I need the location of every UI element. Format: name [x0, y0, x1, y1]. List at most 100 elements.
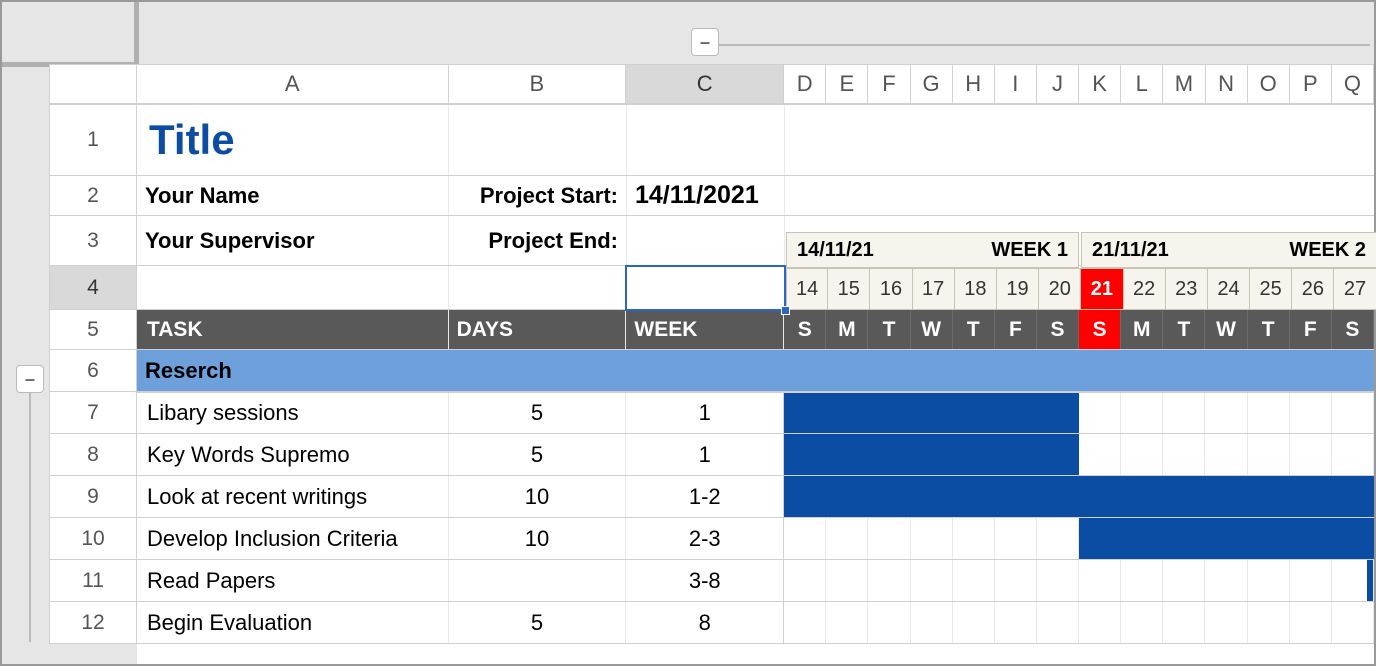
- row-header-7[interactable]: 7: [49, 392, 137, 434]
- gantt-cell[interactable]: [1121, 602, 1163, 643]
- task-week[interactable]: 1: [626, 434, 784, 475]
- cell-A4[interactable]: [137, 266, 449, 309]
- gantt-cell[interactable]: [1163, 434, 1205, 475]
- gantt-cell[interactable]: [995, 434, 1037, 475]
- gantt-cell[interactable]: [953, 560, 995, 601]
- gantt-cell[interactable]: [1248, 602, 1290, 643]
- project-start-label[interactable]: Project Start:: [449, 176, 627, 215]
- gantt-cell[interactable]: [1121, 518, 1163, 559]
- title-cell[interactable]: Title: [137, 105, 449, 175]
- col-header-L[interactable]: L: [1121, 64, 1163, 104]
- gantt-cell[interactable]: [868, 602, 910, 643]
- task-name[interactable]: Key Words Supremo: [137, 434, 449, 475]
- category-label[interactable]: Reserch: [137, 350, 449, 391]
- cells-D1-Q1[interactable]: [785, 105, 1374, 175]
- gantt-cell[interactable]: [1205, 602, 1247, 643]
- task-name[interactable]: Develop Inclusion Criteria: [137, 518, 449, 559]
- gantt-cell[interactable]: [1163, 560, 1205, 601]
- gantt-cell[interactable]: [826, 602, 868, 643]
- gantt-cell[interactable]: [1332, 434, 1374, 475]
- gantt-cell[interactable]: [868, 393, 910, 433]
- project-end-value[interactable]: [627, 216, 785, 265]
- gantt-cell[interactable]: [784, 560, 826, 601]
- gantt-cell[interactable]: [1332, 560, 1374, 601]
- row-header-1[interactable]: 1: [49, 104, 137, 176]
- task-name[interactable]: Libary sessions: [137, 393, 449, 433]
- col-header-P[interactable]: P: [1290, 64, 1332, 104]
- gantt-cell[interactable]: [1205, 393, 1247, 433]
- gantt-cell[interactable]: [995, 518, 1037, 559]
- gantt-cell[interactable]: [826, 560, 868, 601]
- task-days[interactable]: 5: [449, 602, 627, 643]
- gantt-cell[interactable]: [784, 602, 826, 643]
- gantt-cell[interactable]: [826, 434, 868, 475]
- col-header-G[interactable]: G: [911, 64, 953, 104]
- task-week[interactable]: 1: [626, 393, 784, 433]
- task-days[interactable]: 10: [449, 518, 627, 559]
- cell-C1[interactable]: [627, 105, 785, 175]
- gantt-cell[interactable]: [953, 518, 995, 559]
- selection-fill-handle[interactable]: [781, 306, 790, 315]
- row-header-3[interactable]: 3: [49, 216, 137, 266]
- project-start-value[interactable]: 14/11/2021: [627, 176, 785, 215]
- gantt-cell[interactable]: [1079, 476, 1121, 517]
- supervisor-label[interactable]: Your Supervisor: [137, 216, 449, 265]
- outline-collapse-columns-button[interactable]: –: [691, 28, 719, 56]
- row-header-8[interactable]: 8: [49, 434, 137, 476]
- cells-D2-Q2[interactable]: [785, 176, 1374, 215]
- task-days[interactable]: 5: [449, 434, 627, 475]
- gantt-cell[interactable]: [1290, 434, 1332, 475]
- gantt-cell[interactable]: [995, 393, 1037, 433]
- gantt-cell[interactable]: [868, 476, 910, 517]
- row-header-11[interactable]: 11: [49, 560, 137, 602]
- gantt-cell[interactable]: [826, 518, 868, 559]
- gantt-cell[interactable]: [1290, 602, 1332, 643]
- gantt-cell[interactable]: [1037, 393, 1079, 433]
- gantt-cell[interactable]: [1079, 393, 1121, 433]
- col-header-D[interactable]: D: [784, 64, 826, 104]
- gantt-cell[interactable]: [995, 560, 1037, 601]
- gantt-cell[interactable]: [1079, 518, 1121, 559]
- gantt-cell[interactable]: [995, 602, 1037, 643]
- gantt-cell[interactable]: [911, 393, 953, 433]
- gantt-cell[interactable]: [1332, 518, 1374, 559]
- gantt-cell[interactable]: [953, 434, 995, 475]
- col-header-C[interactable]: C: [626, 64, 784, 104]
- gantt-cell[interactable]: [784, 393, 826, 433]
- task-name[interactable]: Begin Evaluation: [137, 602, 449, 643]
- header-days[interactable]: DAYS: [449, 310, 627, 349]
- row-header-4[interactable]: 4: [49, 266, 137, 310]
- task-days[interactable]: 10: [449, 476, 627, 517]
- gantt-cell[interactable]: [868, 518, 910, 559]
- gantt-cell[interactable]: [1037, 560, 1079, 601]
- row-header-5[interactable]: 5: [49, 310, 137, 350]
- gantt-cell[interactable]: [1121, 393, 1163, 433]
- gantt-cell[interactable]: [1205, 518, 1247, 559]
- gantt-cell[interactable]: [784, 434, 826, 475]
- cell-B4[interactable]: [449, 266, 627, 309]
- gantt-cell[interactable]: [1121, 560, 1163, 601]
- gantt-cell[interactable]: [868, 434, 910, 475]
- task-name[interactable]: Look at recent writings: [137, 476, 449, 517]
- col-header-B[interactable]: B: [449, 64, 627, 104]
- task-week[interactable]: 3-8: [626, 560, 784, 601]
- gantt-cell[interactable]: [1079, 560, 1121, 601]
- task-days[interactable]: [449, 560, 627, 601]
- col-header-M[interactable]: M: [1163, 64, 1205, 104]
- task-days[interactable]: 5: [449, 393, 627, 433]
- task-name[interactable]: Read Papers: [137, 560, 449, 601]
- gantt-cell[interactable]: [1248, 476, 1290, 517]
- select-all-corner[interactable]: [49, 64, 137, 104]
- project-end-label[interactable]: Project End:: [449, 216, 627, 265]
- gantt-cell[interactable]: [1079, 434, 1121, 475]
- gantt-cell[interactable]: [1121, 476, 1163, 517]
- gantt-cell[interactable]: [826, 476, 868, 517]
- row-header-9[interactable]: 9: [49, 476, 137, 518]
- header-week[interactable]: WEEK: [626, 310, 784, 349]
- gantt-cell[interactable]: [1037, 434, 1079, 475]
- gantt-cell[interactable]: [953, 476, 995, 517]
- gantt-cell[interactable]: [1205, 560, 1247, 601]
- gantt-cell[interactable]: [953, 602, 995, 643]
- cell-C4[interactable]: [627, 266, 785, 309]
- gantt-cell[interactable]: [1121, 434, 1163, 475]
